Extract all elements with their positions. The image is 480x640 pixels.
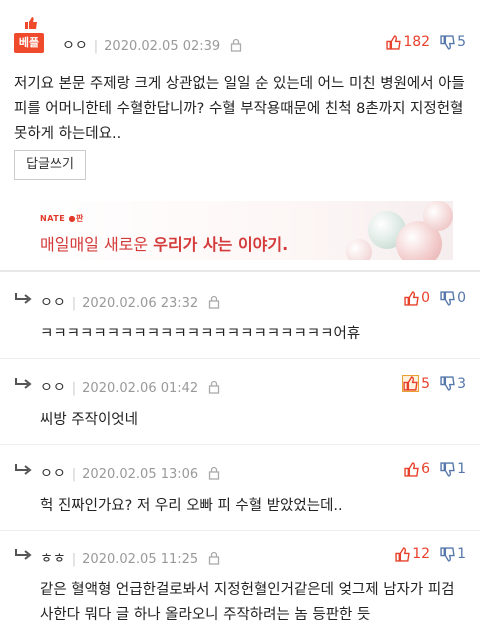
reply-arrow-icon	[15, 464, 32, 475]
lock-icon[interactable]	[208, 551, 220, 565]
downvote-count: 1	[457, 461, 466, 477]
ad-brand-logo: NATE ●판	[40, 214, 84, 223]
downvote-button[interactable]: 3	[440, 376, 466, 392]
reply-text: 헉 진짜인가요? 저 우리 오빠 피 수혈 받았었는데..	[40, 498, 343, 514]
reply-arrow-icon	[15, 378, 32, 389]
upvote-count: 12	[412, 546, 431, 562]
reply-votes: 6 1	[404, 461, 466, 477]
ad-bubble-decoration	[423, 201, 453, 231]
reply-votes: 12 1	[395, 546, 466, 562]
thumb-up-icon	[25, 17, 37, 29]
best-comment-votes: 182 5	[386, 34, 466, 50]
downvote-count: 0	[457, 290, 466, 306]
reply-meta: ㅇㅇ | 2020.02.06 23:32	[40, 292, 220, 312]
upvote-count: 0	[421, 290, 431, 306]
downvote-button[interactable]: 0	[440, 290, 466, 306]
comment-author[interactable]: ㅇㅇ	[62, 38, 88, 54]
thumb-up-icon	[402, 375, 420, 392]
reply-votes: 5 3	[402, 375, 466, 392]
upvote-count: 182	[403, 34, 431, 50]
reply-author[interactable]: ㅇㅇ	[40, 295, 66, 311]
reply-datetime: 2020.02.06 23:32	[82, 296, 199, 311]
best-badge-label: 베플	[14, 33, 44, 53]
lock-icon[interactable]	[208, 466, 220, 480]
reply-text: ㅋㅋㅋㅋㅋㅋㅋㅋㅋㅋㅋㅋㅋㅋㅋㅋㅋㅋㅋㅋㅋㅋ어휴	[40, 326, 361, 342]
upvote-count: 6	[421, 461, 431, 477]
thumb-up-icon	[395, 546, 410, 562]
thumb-down-icon	[440, 376, 455, 391]
upvote-count: 5	[421, 375, 431, 392]
reply-separator	[0, 444, 480, 445]
thumb-down-icon	[440, 34, 455, 50]
best-comment-meta: ㅇㅇ | 2020.02.05 02:39	[62, 35, 242, 55]
downvote-count: 3	[457, 375, 466, 392]
ad-bubble-decoration	[346, 239, 372, 260]
reply-votes: 0 0	[404, 290, 466, 306]
reply-datetime: 2020.02.06 01:42	[82, 381, 199, 396]
section-divider	[0, 270, 480, 272]
best-comment-header: 베플 ㅇㅇ | 2020.02.05 02:39 182 5	[0, 17, 480, 58]
reply-author[interactable]: ㅇㅇ	[40, 380, 66, 396]
ad-banner[interactable]: NATE ●판 매일매일 새로운 우리가 사는 이야기.	[28, 201, 453, 260]
reply-author[interactable]: ㅇㅇ	[40, 466, 66, 482]
reply-arrow-icon	[15, 293, 32, 304]
reply-author[interactable]: ㅎㅎ	[40, 551, 66, 567]
comment-datetime: 2020.02.05 02:39	[104, 39, 221, 54]
downvote-button[interactable]: 1	[440, 461, 466, 477]
best-badge: 베플	[14, 17, 44, 56]
reply-datetime: 2020.02.05 11:25	[82, 552, 199, 567]
thumb-up-icon	[404, 461, 419, 477]
lock-icon[interactable]	[208, 380, 220, 394]
downvote-count: 1	[457, 546, 466, 562]
lock-icon[interactable]	[230, 38, 242, 52]
downvote-button[interactable]: 1	[440, 546, 466, 562]
reply-arrow-icon	[15, 549, 32, 560]
reply-datetime: 2020.02.05 13:06	[82, 467, 199, 482]
downvote-button[interactable]: 5	[440, 34, 466, 50]
reply-text: 같은 혈액형 언급한걸로봐서 지정헌혈인거같은데 엊그제 남자가 피검사한다 뭐…	[40, 582, 455, 623]
upvote-button[interactable]: 6	[404, 461, 430, 477]
thumb-down-icon	[440, 546, 455, 562]
thumb-down-icon	[440, 290, 455, 306]
reply-button[interactable]: 답글쓰기	[14, 150, 86, 180]
upvote-button[interactable]: 0	[404, 290, 430, 306]
ad-slogan: 매일매일 새로운 우리가 사는 이야기.	[40, 235, 289, 254]
reply-text: 씨방 주작이엇네	[40, 412, 138, 428]
reply-separator	[0, 358, 480, 359]
reply-meta: ㅇㅇ | 2020.02.06 01:42	[40, 377, 220, 397]
upvote-button[interactable]: 5	[402, 375, 430, 392]
lock-icon[interactable]	[208, 295, 220, 309]
thumb-down-icon	[440, 461, 455, 477]
downvote-count: 5	[457, 34, 466, 50]
thumb-up-icon	[404, 290, 419, 306]
upvote-button[interactable]: 182	[386, 34, 430, 50]
reply-separator	[0, 530, 480, 531]
thumb-up-icon	[386, 34, 402, 50]
reply-meta: ㅇㅇ | 2020.02.05 13:06	[40, 463, 220, 483]
upvote-button[interactable]: 12	[395, 546, 430, 562]
reply-meta: ㅎㅎ | 2020.02.05 11:25	[40, 548, 220, 568]
best-comment-text: 저기요 본문 주제랑 크게 상관없는 일일 순 있는데 어느 미친 병원에서 아…	[14, 76, 465, 142]
